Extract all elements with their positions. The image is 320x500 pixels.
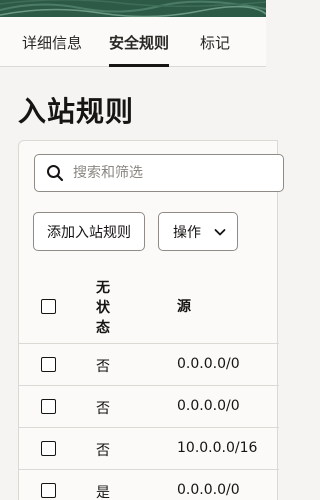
table-row: 是 0.0.0.0/0: [19, 470, 279, 500]
add-ingress-rule-button[interactable]: 添加入站规则: [33, 212, 145, 251]
cell-stateless: 否: [96, 443, 110, 459]
search-icon: [47, 165, 64, 182]
actions-label: 操作: [173, 224, 201, 241]
table-row: 否 0.0.0.0/0: [19, 386, 279, 428]
cell-source: 0.0.0.0/0: [177, 356, 240, 372]
table-row: 否 0.0.0.0/0: [19, 344, 279, 386]
tab-bar: 详细信息 安全规则 标记: [0, 17, 266, 67]
search-box[interactable]: [34, 154, 284, 192]
tab-security-rules[interactable]: 安全规则: [109, 17, 170, 67]
row-checkbox[interactable]: [41, 483, 56, 498]
select-all-checkbox[interactable]: [41, 299, 56, 314]
table-header: 无状态 源: [19, 266, 279, 344]
table-row: 否 10.0.0.0/16: [19, 428, 279, 470]
column-header-stateless[interactable]: 无状态: [96, 278, 114, 338]
tab-tags[interactable]: 标记: [200, 17, 230, 67]
chevron-down-icon: [214, 228, 226, 235]
cell-stateless: 是: [96, 485, 110, 500]
page-title: 入站规则: [18, 95, 135, 128]
header-banner: [0, 0, 266, 17]
rules-panel: 添加入站规则 操作 无状态 源 否 0.0.0.0/0 否 0.0.0.0/0 …: [18, 140, 284, 500]
search-input[interactable]: [73, 165, 253, 181]
cell-source: 10.0.0.0/16: [177, 440, 258, 456]
cell-stateless: 否: [96, 401, 110, 417]
banner-pattern: [0, 0, 266, 17]
tab-details[interactable]: 详细信息: [22, 17, 82, 67]
row-checkbox[interactable]: [41, 357, 56, 372]
cell-source: 0.0.0.0/0: [177, 482, 240, 498]
row-checkbox[interactable]: [41, 441, 56, 456]
actions-menu-button[interactable]: 操作: [158, 212, 238, 251]
cell-source: 0.0.0.0/0: [177, 398, 240, 414]
column-header-source[interactable]: 源: [177, 296, 191, 316]
row-checkbox[interactable]: [41, 399, 56, 414]
cell-stateless: 否: [96, 359, 110, 375]
